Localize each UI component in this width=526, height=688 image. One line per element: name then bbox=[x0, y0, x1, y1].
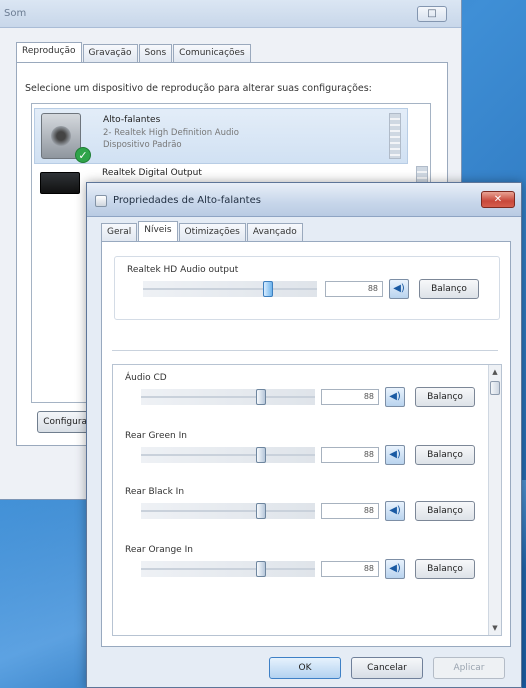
instruction-text: Selecione um dispositivo de reprodução p… bbox=[25, 83, 372, 94]
channel-rear-green-in: Rear Green In 88 ◀) Balanço bbox=[113, 431, 489, 489]
levels-panel: Realtek HD Audio output 88 ◀) Balanço Áu… bbox=[101, 241, 511, 647]
level-value: 88 bbox=[363, 506, 374, 515]
master-level-group: Realtek HD Audio output 88 ◀) Balanço bbox=[114, 256, 500, 320]
properties-titlebar: Propriedades de Alto-falantes ✕ bbox=[87, 183, 521, 217]
channel-list[interactable]: Áudio CD 88 ◀) Balanço Rear Green In 88 bbox=[112, 364, 502, 636]
tab-reproducao[interactable]: Reprodução bbox=[16, 42, 82, 62]
device-driver: 2- Realtek High Definition Audio bbox=[103, 128, 239, 138]
cancel-button[interactable]: Cancelar bbox=[351, 657, 423, 679]
channel-label: Rear Black In bbox=[125, 487, 185, 497]
channel-value-field[interactable]: 88 bbox=[321, 561, 379, 577]
dialog-title: Propriedades de Alto-falantes bbox=[113, 195, 261, 206]
balance-button[interactable]: Balanço bbox=[415, 559, 475, 579]
tab-gravacao[interactable]: Gravação bbox=[82, 44, 138, 62]
tab-otimizacoes[interactable]: Otimizações bbox=[178, 223, 246, 241]
level-value: 88 bbox=[367, 284, 378, 293]
device-name: Alto-falantes bbox=[103, 115, 161, 125]
channel-slider[interactable] bbox=[141, 503, 315, 519]
som-window-title: Som bbox=[4, 8, 27, 19]
balance-button[interactable]: Balanço bbox=[419, 279, 479, 299]
som-tab-strip: Reprodução Gravação Sons Comunicações bbox=[16, 42, 252, 62]
balance-button[interactable]: Balanço bbox=[415, 387, 475, 407]
device-name: Realtek Digital Output bbox=[102, 168, 202, 178]
channel-audio-cd: Áudio CD 88 ◀) Balanço bbox=[113, 373, 489, 431]
channel-label: Áudio CD bbox=[125, 373, 167, 383]
som-titlebar: Som □ bbox=[0, 0, 461, 28]
tab-geral[interactable]: Geral bbox=[101, 223, 138, 241]
speaker-volume-icon[interactable]: ◀) bbox=[385, 445, 405, 465]
level-meter bbox=[389, 113, 401, 159]
tab-avancado[interactable]: Avançado bbox=[246, 223, 303, 241]
tab-sons[interactable]: Sons bbox=[138, 44, 173, 62]
properties-tab-strip: Geral Níveis Otimizações Avançado bbox=[101, 221, 304, 241]
channel-value-field[interactable]: 88 bbox=[321, 447, 379, 463]
vertical-scrollbar[interactable]: ▲ ▼ bbox=[488, 365, 501, 635]
close-icon[interactable]: ✕ bbox=[481, 191, 515, 208]
properties-dialog: Propriedades de Alto-falantes ✕ Geral Ní… bbox=[86, 182, 522, 688]
speaker-volume-icon[interactable]: ◀) bbox=[385, 501, 405, 521]
slider-thumb[interactable] bbox=[256, 389, 266, 405]
master-slider[interactable] bbox=[143, 281, 317, 297]
channel-label: Rear Green In bbox=[125, 431, 187, 441]
level-value: 88 bbox=[363, 450, 374, 459]
balance-button[interactable]: Balanço bbox=[415, 501, 475, 521]
tab-niveis[interactable]: Níveis bbox=[138, 221, 178, 241]
slider-thumb[interactable] bbox=[256, 503, 266, 519]
digital-output-icon bbox=[40, 172, 80, 194]
speaker-volume-icon[interactable]: ◀) bbox=[385, 387, 405, 407]
slider-thumb[interactable] bbox=[256, 447, 266, 463]
maximize-icon[interactable]: □ bbox=[417, 6, 447, 22]
master-label: Realtek HD Audio output bbox=[127, 265, 239, 275]
slider-thumb[interactable] bbox=[263, 281, 273, 297]
window-icon bbox=[95, 195, 107, 207]
channel-slider[interactable] bbox=[141, 447, 315, 463]
channel-slider[interactable] bbox=[141, 389, 315, 405]
device-item-alto-falantes[interactable]: ✓ Alto-falantes 2- Realtek High Definiti… bbox=[34, 108, 408, 164]
slider-thumb[interactable] bbox=[256, 561, 266, 577]
channel-rear-black-in: Rear Black In 88 ◀) Balanço bbox=[113, 487, 489, 545]
scroll-down-icon[interactable]: ▼ bbox=[489, 622, 501, 634]
level-value: 88 bbox=[363, 392, 374, 401]
master-value-field[interactable]: 88 bbox=[325, 281, 383, 297]
channel-rear-orange-in: Rear Orange In 88 ◀) Balanço bbox=[113, 545, 489, 603]
ok-button[interactable]: OK bbox=[269, 657, 341, 679]
speaker-volume-icon[interactable]: ◀) bbox=[389, 279, 409, 299]
divider bbox=[112, 350, 498, 351]
channel-slider[interactable] bbox=[141, 561, 315, 577]
default-check-icon: ✓ bbox=[75, 147, 91, 163]
balance-button[interactable]: Balanço bbox=[415, 445, 475, 465]
device-status: Dispositivo Padrão bbox=[103, 140, 182, 150]
channel-value-field[interactable]: 88 bbox=[321, 389, 379, 405]
level-value: 88 bbox=[363, 564, 374, 573]
scroll-up-icon[interactable]: ▲ bbox=[489, 366, 501, 378]
channel-label: Rear Orange In bbox=[125, 545, 193, 555]
channel-value-field[interactable]: 88 bbox=[321, 503, 379, 519]
scroll-thumb[interactable] bbox=[490, 381, 500, 395]
speaker-volume-icon[interactable]: ◀) bbox=[385, 559, 405, 579]
apply-button[interactable]: Aplicar bbox=[433, 657, 505, 679]
tab-comunicacoes[interactable]: Comunicações bbox=[173, 44, 251, 62]
